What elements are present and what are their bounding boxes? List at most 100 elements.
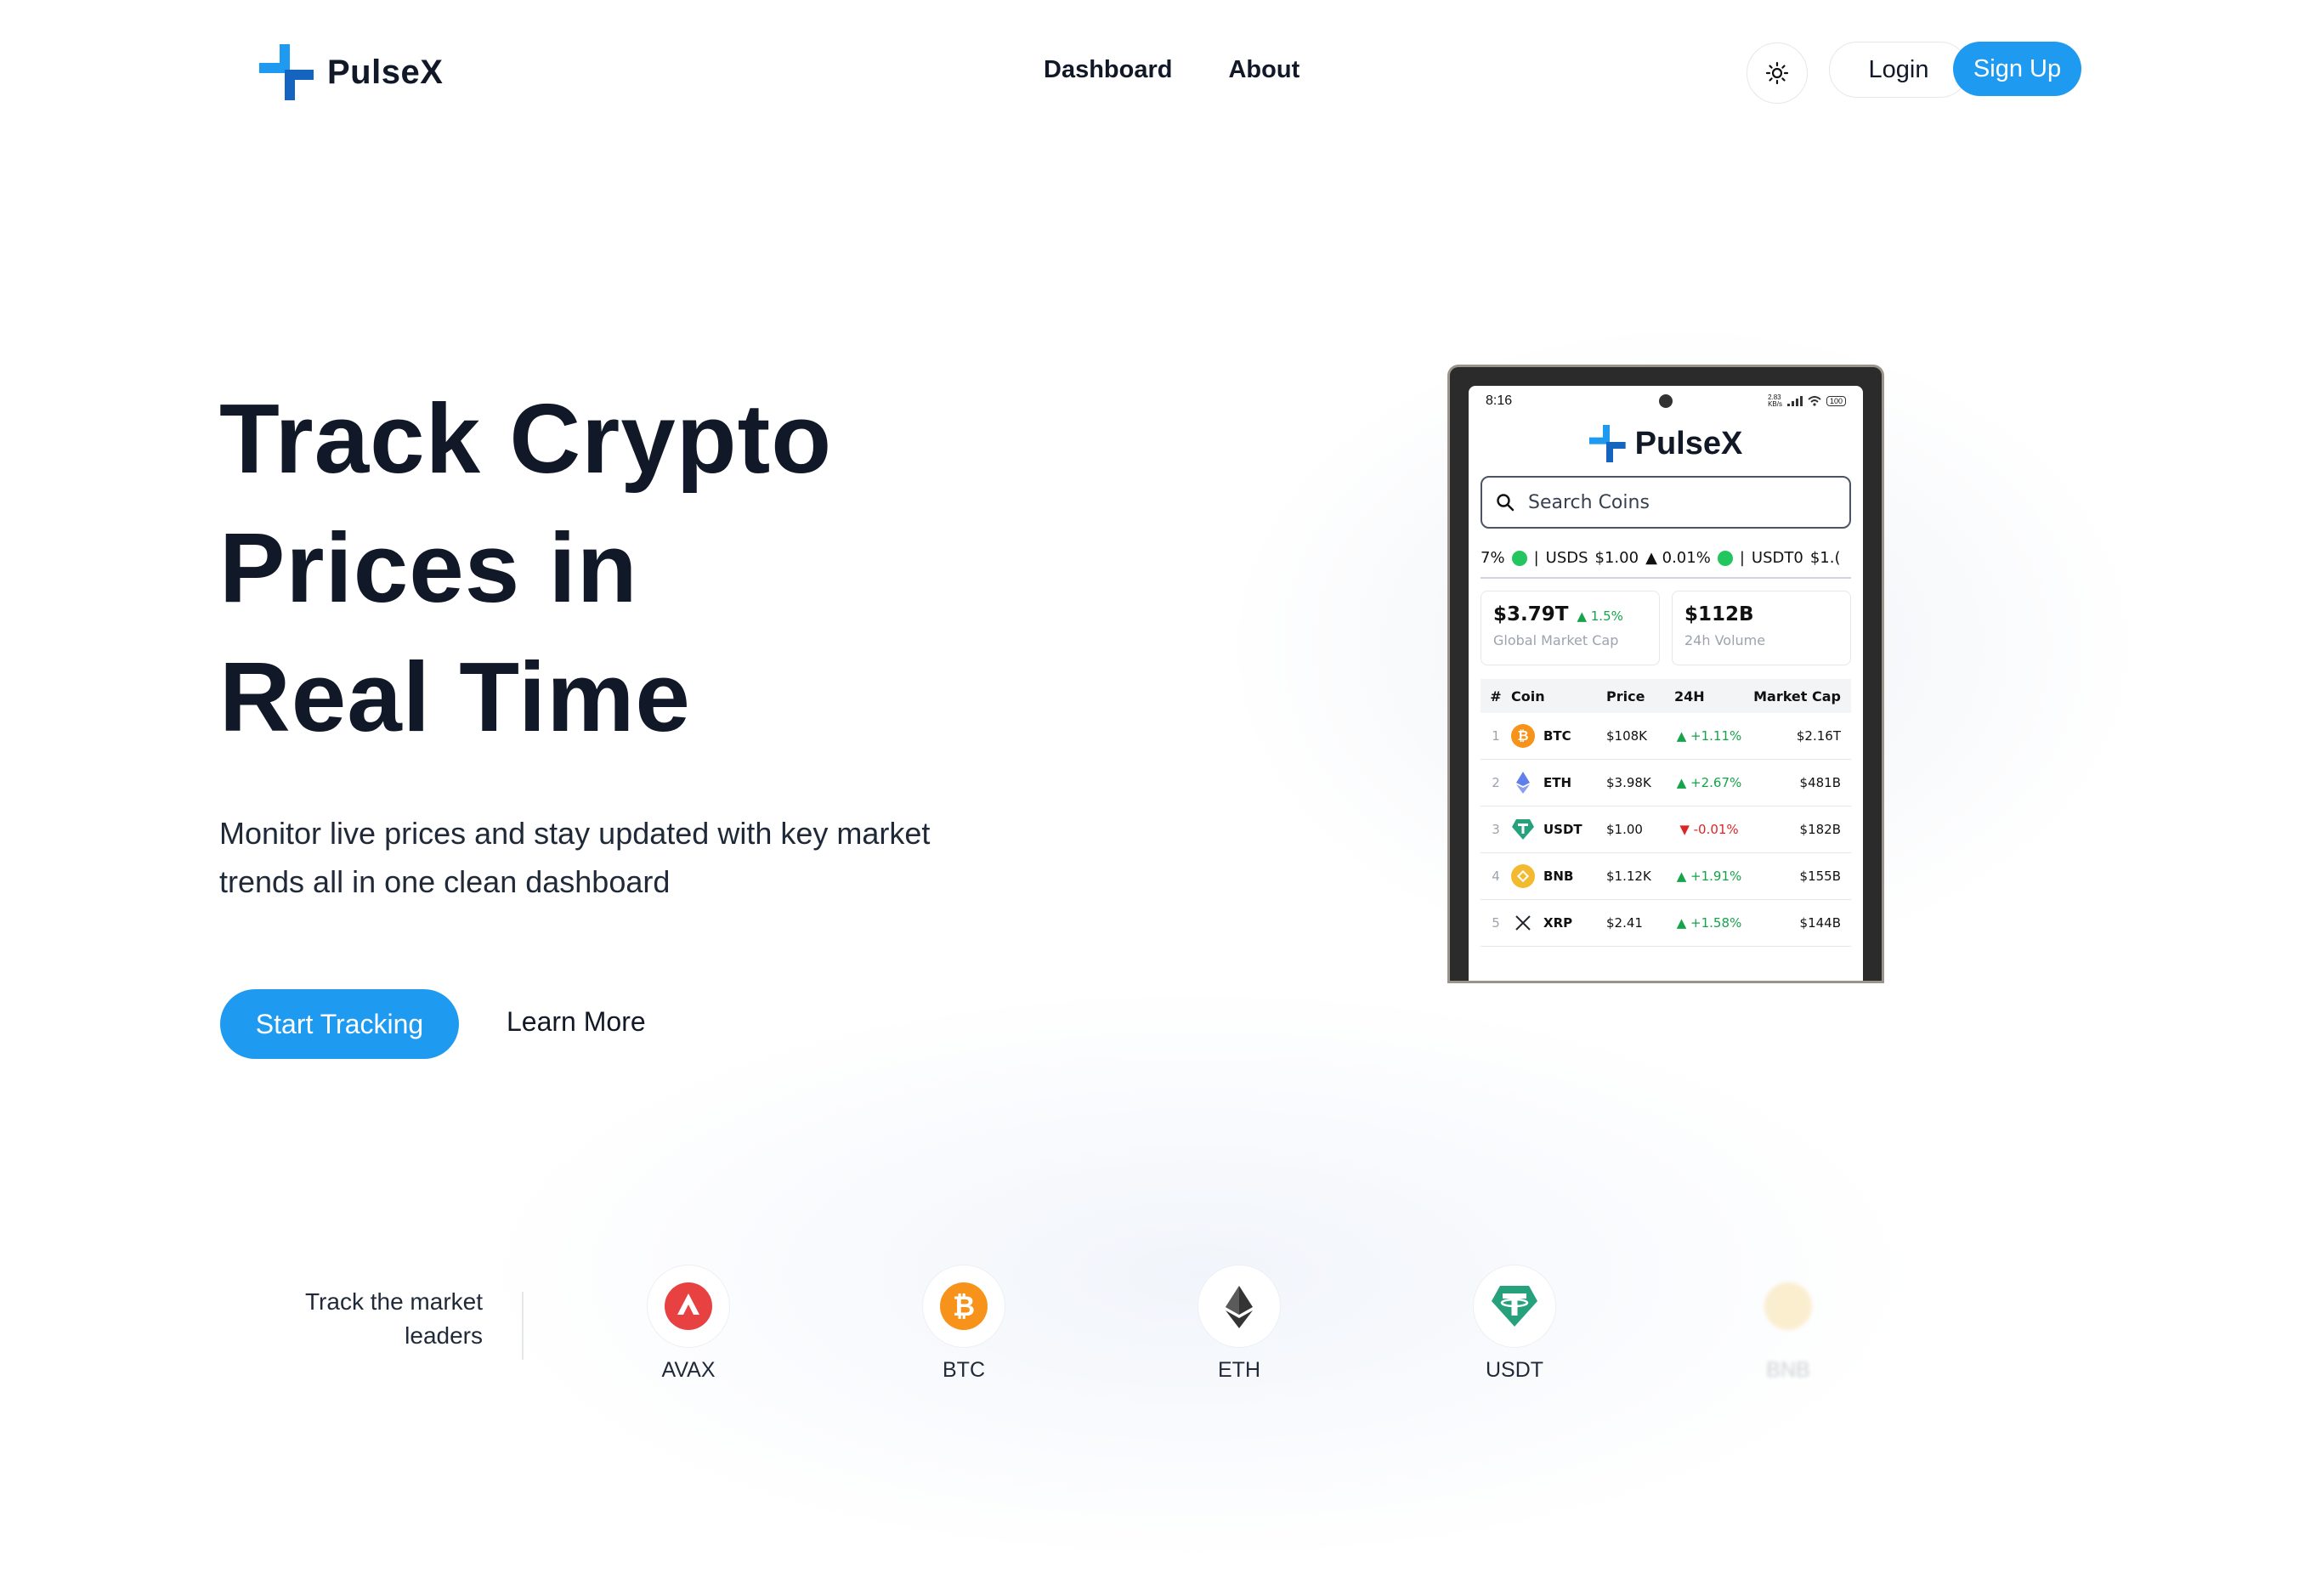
row-price: $108K <box>1606 728 1648 744</box>
usdt-icon <box>1473 1265 1556 1348</box>
stat-change: ▲ 1.5% <box>1577 608 1623 624</box>
row-rank: 2 <box>1492 775 1500 790</box>
btc-icon: ₿ <box>1511 724 1535 748</box>
learn-more-link[interactable]: Learn More <box>507 1006 646 1038</box>
nav-dashboard[interactable]: Dashboard <box>1044 56 1172 84</box>
status-dot <box>1717 550 1733 566</box>
leader-name: USDT <box>1485 1358 1544 1382</box>
ticker-symbol: USDT0 <box>1751 549 1803 567</box>
ticker-separator: | <box>1739 549 1745 567</box>
col-24h: 24H <box>1674 688 1705 705</box>
divider <box>1481 577 1851 579</box>
row-market-cap: $182B <box>1799 822 1841 837</box>
bnb-icon <box>1747 1265 1830 1348</box>
row-price: $3.98K <box>1606 775 1651 790</box>
search-placeholder: Search Coins <box>1528 491 1650 513</box>
hero-title-line: Real Time <box>219 642 691 752</box>
leader-avax[interactable]: AVAX <box>620 1265 756 1383</box>
price-ticker: 7% | USDS $1.00 ▲ 0.01% | USDT0 $1.( <box>1481 549 1863 567</box>
col-price: Price <box>1606 688 1645 705</box>
stat-card-market-cap: $3.79T ▲ 1.5% Global Market Cap <box>1481 591 1660 665</box>
search-icon <box>1497 494 1515 512</box>
row-market-cap: $155B <box>1799 869 1841 884</box>
row-change: ▲ +1.11% <box>1676 728 1742 744</box>
usdt-icon <box>1511 818 1535 841</box>
row-coin: BTC <box>1543 728 1571 744</box>
divider <box>522 1292 524 1360</box>
row-coin: BNB <box>1543 869 1574 884</box>
brand-name: PulseX <box>327 53 444 91</box>
nav-about[interactable]: About <box>1228 56 1299 84</box>
col-market-cap: Market Cap <box>1753 688 1841 705</box>
row-price: $1.12K <box>1606 869 1651 884</box>
row-price: $2.41 <box>1606 915 1643 931</box>
table-row[interactable]: 3 USDT $1.00 ▼ -0.01% $182B <box>1481 806 1851 853</box>
coin-table: # Coin Price 24H Market Cap 1 ₿ BTC $108K… <box>1481 679 1851 947</box>
signal-icon <box>1786 396 1803 406</box>
signup-button[interactable]: Sign Up <box>1953 42 2081 96</box>
row-price: $1.00 <box>1606 822 1643 837</box>
camera-dot <box>1659 394 1673 408</box>
phone-mockup: 8:16 2.83 KB/s 100 PulseX Search Coins 7… <box>1450 367 1882 981</box>
row-market-cap: $481B <box>1799 775 1841 790</box>
hero-title-line: Track Crypto <box>219 383 833 494</box>
ticker-price: $1.( <box>1809 549 1841 567</box>
row-change: ▲ +1.91% <box>1676 869 1742 884</box>
network-speed: 2.83 KB/s <box>1768 393 1782 408</box>
ticker-pct: 7% <box>1481 549 1505 567</box>
coin-search-input[interactable]: Search Coins <box>1481 476 1851 529</box>
leader-bnb[interactable]: BNB <box>1720 1265 1856 1383</box>
leader-usdt[interactable]: USDT <box>1447 1265 1582 1383</box>
table-row[interactable]: 1 ₿ BTC $108K ▲ +1.11% $2.16T <box>1481 713 1851 760</box>
xrp-icon <box>1511 911 1535 935</box>
stat-value: $3.79T <box>1493 603 1569 625</box>
start-tracking-button[interactable]: Start Tracking <box>220 989 459 1059</box>
table-row[interactable]: 4 BNB $1.12K ▲ +1.91% $155B <box>1481 853 1851 900</box>
theme-toggle-button[interactable] <box>1747 42 1808 104</box>
row-coin: USDT <box>1543 822 1582 837</box>
row-change: ▲ +2.67% <box>1676 775 1742 790</box>
phone-status-bar: 8:16 2.83 KB/s 100 <box>1469 386 1863 416</box>
hero-title-line: Prices in <box>219 512 638 623</box>
wifi-icon <box>1808 396 1821 406</box>
login-button[interactable]: Login <box>1829 42 1968 98</box>
hero-title: Track Crypto Prices in Real Time <box>219 374 832 761</box>
row-change: ▲ +1.58% <box>1676 915 1742 931</box>
row-rank: 5 <box>1492 915 1500 931</box>
leader-name: BNB <box>1766 1358 1810 1382</box>
app-logo: PulseX <box>1469 425 1863 462</box>
row-coin: ETH <box>1543 775 1572 790</box>
ticker-price: $1.00 <box>1594 549 1639 567</box>
sun-icon <box>1765 61 1789 85</box>
eth-icon <box>1511 771 1535 795</box>
row-rank: 1 <box>1492 728 1500 744</box>
phone-screen: 8:16 2.83 KB/s 100 PulseX Search Coins 7… <box>1469 386 1863 981</box>
pulsex-logo-icon <box>259 44 315 100</box>
table-row[interactable]: 5 XRP $2.41 ▲ +1.58% $144B <box>1481 900 1851 947</box>
market-stats: $3.79T ▲ 1.5% Global Market Cap $112B 24h… <box>1481 591 1851 665</box>
stat-value: $112B <box>1684 603 1754 625</box>
col-rank: # <box>1490 688 1502 705</box>
row-market-cap: $2.16T <box>1796 728 1841 744</box>
status-icons: 2.83 KB/s 100 <box>1768 394 1846 408</box>
leader-eth[interactable]: ETH <box>1171 1265 1307 1383</box>
svg-text:₿: ₿ <box>953 1290 975 1322</box>
leader-name: ETH <box>1218 1358 1260 1382</box>
pulsex-logo-icon <box>1588 425 1626 462</box>
row-rank: 4 <box>1492 869 1500 884</box>
bnb-icon <box>1511 864 1535 888</box>
ticker-separator: | <box>1533 549 1539 567</box>
table-row[interactable]: 2 ETH $3.98K ▲ +2.67% $481B <box>1481 760 1851 806</box>
leader-name: AVAX <box>661 1358 716 1382</box>
row-coin: XRP <box>1543 915 1573 931</box>
table-header: # Coin Price 24H Market Cap <box>1481 679 1851 713</box>
stat-label: 24h Volume <box>1684 632 1766 648</box>
battery-icon: 100 <box>1826 396 1846 406</box>
leader-btc[interactable]: ₿ BTC <box>896 1265 1032 1383</box>
row-market-cap: $144B <box>1799 915 1841 931</box>
col-coin: Coin <box>1511 688 1545 705</box>
brand-logo[interactable]: PulseX <box>259 44 443 100</box>
app-brand-name: PulseX <box>1634 425 1743 461</box>
leaders-label: Track the market leaders <box>304 1288 483 1349</box>
avax-icon <box>647 1265 730 1348</box>
